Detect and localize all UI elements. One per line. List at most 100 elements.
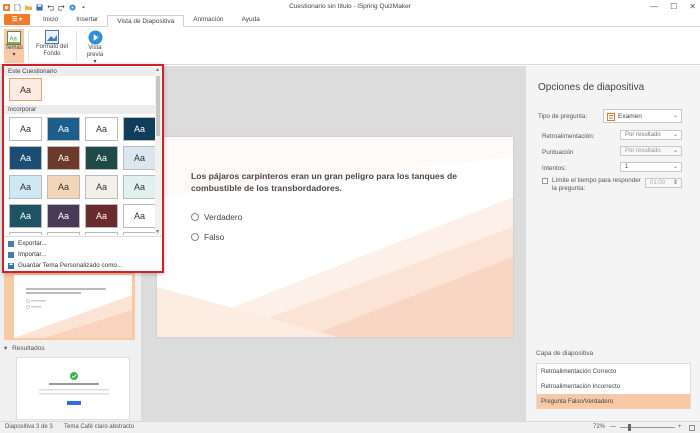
attempts-select[interactable]: 1 ⌄ [620,162,682,172]
theme-tile-label: Aa [95,182,107,192]
score-label: Puntuación [542,149,574,156]
tab-vista-de-diapositiva[interactable]: Vista de Diapositiva [107,15,185,27]
fit-to-window-icon[interactable] [689,425,695,431]
export-theme-item[interactable]: Exportar... [8,240,47,247]
tab-insertar[interactable]: Insertar [67,14,107,26]
zoom-in-button[interactable]: + [678,424,682,430]
theme-tile-partial[interactable] [85,232,118,235]
save-icon[interactable] [36,3,43,11]
themes-label: Temas [5,45,23,51]
theme-tile[interactable]: Aa [47,175,80,199]
ribbon: Aa Temas ▾ Formato del Fondo Vista previ… [0,27,700,65]
theme-tile[interactable]: Aa [85,117,118,141]
radio-button[interactable] [191,213,199,221]
preview-play-large-icon [88,30,102,45]
tab-ayuda[interactable]: Ayuda [233,14,269,26]
time-limit-checkbox[interactable] [542,178,548,184]
question-type-select[interactable]: Examen ⌄ [603,109,682,123]
file-menu-button[interactable]: ☰ ▾ [4,14,30,25]
tab-inicio[interactable]: Inicio [34,14,67,26]
theme-tile-label: Aa [57,153,69,163]
close-button[interactable]: ✕ [689,2,696,11]
scroll-thumb[interactable] [156,76,160,136]
themes-scrollbar[interactable]: ▲ ▼ [155,67,161,235]
quick-access-toolbar [0,3,87,11]
chevron-down-icon: ⌄ [672,148,678,154]
chevron-down-icon: ⌄ [672,113,678,119]
redo-icon[interactable] [58,4,65,11]
theme-tile[interactable]: Aa [85,146,118,170]
layer-item-incorrect[interactable]: Retroalimentación Incorrecto [537,379,690,394]
slide-options-panel: Opciones de diapositiva Tipo de pregunta… [525,66,700,421]
scroll-up-icon[interactable]: ▲ [155,67,160,73]
theme-tile[interactable]: Aa [85,175,118,199]
feedback-select[interactable]: Por resultado ⌄ [620,130,682,140]
results-section-label: Resultados [12,345,45,352]
radio-button[interactable] [191,233,199,241]
theme-tile-partial[interactable] [47,232,80,235]
minimize-button[interactable]: — [650,2,658,11]
tab-animacion[interactable]: Animación [184,14,232,26]
layer-item-correct[interactable]: Retroalimentación Correcto [537,364,690,379]
zoom-out-button[interactable]: — [610,424,616,430]
theme-tile[interactable]: Aa [85,204,118,228]
theme-tile[interactable]: Aa [47,204,80,228]
customize-toolbar-icon[interactable] [80,4,87,11]
themes-icon: Aa [7,31,21,45]
theme-tile[interactable]: Aa [9,146,42,170]
background-format-button[interactable]: Formato del Fondo [34,30,70,58]
theme-tile-label: Aa [133,153,145,163]
theme-tile[interactable]: Aa [9,175,42,199]
slide-canvas[interactable]: Los pájaros carpinteros eran un gran pel… [157,137,513,337]
results-slide-thumbnail[interactable] [16,357,130,420]
preview-button[interactable]: Vista previa ▾ [82,30,108,66]
theme-tile[interactable]: Aa [9,204,42,228]
time-limit-value: 01:00 [650,180,666,186]
attempts-label: Intentos: [542,165,567,172]
current-theme-tile[interactable]: Aa [9,78,42,101]
attempts-value: 1 [625,164,629,170]
theme-tile-partial[interactable] [123,232,156,235]
score-value: Por resultado [625,148,661,154]
import-icon [8,251,14,258]
open-folder-icon[interactable] [25,4,32,11]
stepper-icon[interactable]: ⇕ [673,179,678,188]
theme-tile-partial[interactable] [9,232,42,235]
new-file-icon[interactable] [14,3,21,11]
time-limit-input[interactable]: 01:00 ⇕ [645,178,682,188]
theme-tile-label: Aa [133,124,145,134]
save-custom-theme-label: Guardar Tema Personalizado como... [18,262,123,269]
answer-option-true[interactable]: Verdadero [191,212,242,222]
export-label: Exportar... [18,240,47,247]
results-section-header[interactable]: ▾ Resultados [4,344,45,352]
theme-tile[interactable]: Aa [123,117,156,141]
slide-thumbnail-preview [14,275,132,338]
zoom-slider-thumb[interactable] [628,424,631,431]
theme-tile[interactable]: Aa [47,117,80,141]
score-select[interactable]: Por resultado ⌄ [620,146,682,156]
results-toggle-arrow[interactable]: ▾ [4,345,7,352]
preview-play-icon[interactable] [69,3,76,11]
scroll-down-icon[interactable]: ▼ [155,229,160,235]
theme-tile[interactable]: Aa [123,146,156,170]
save-custom-theme-item[interactable]: Guardar Tema Personalizado como... [8,262,122,269]
theme-tile[interactable]: Aa [47,146,80,170]
import-label: Importar... [18,251,47,258]
import-theme-item[interactable]: Importar... [8,251,46,258]
maximize-button[interactable]: ☐ [670,2,677,11]
ribbon-tabs: ☰ ▾ Inicio Insertar Vista de Diapositiva… [0,14,700,27]
theme-tile[interactable]: Aa [9,117,42,141]
slide-thumbnail-selected[interactable] [4,271,135,340]
theme-tile-label: Aa [19,84,31,95]
theme-tile[interactable]: Aa [123,175,156,199]
answer-option-false[interactable]: Falso [191,232,224,242]
results-thumbnail-graphic [39,372,109,405]
slide-layer-header: Capa de diapositiva [536,350,594,357]
theme-tile[interactable]: Aa [123,204,156,228]
slide-layer-list: Retroalimentación Correcto Retroalimenta… [536,363,691,409]
question-text[interactable]: Los pájaros carpinteros eran un gran pel… [191,170,491,194]
zoom-level: 72% [593,424,606,430]
layer-item-question[interactable]: Pregunta Falso/Verdadero [537,394,690,409]
undo-icon[interactable] [47,4,54,11]
themes-button[interactable]: Aa Temas ▾ [4,29,24,63]
